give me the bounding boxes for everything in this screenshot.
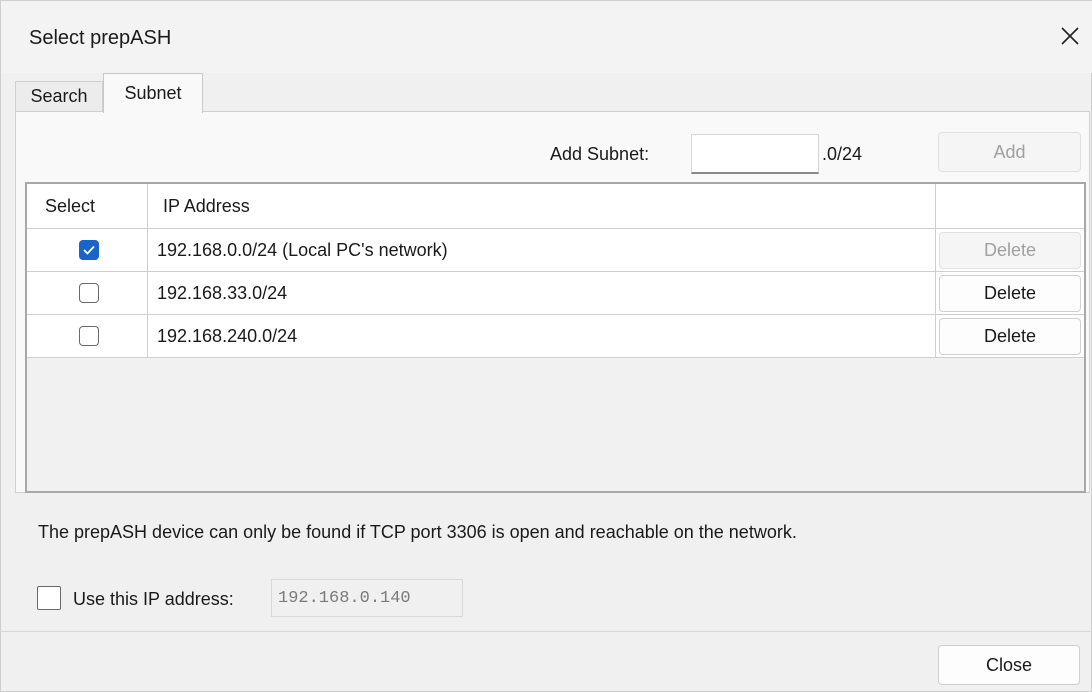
footer-divider [1, 631, 1092, 632]
tab-subnet-label: Subnet [124, 83, 182, 103]
subnet-table: Select IP Address 192.168.0.0/24 (Local … [25, 182, 1086, 493]
row-ip-address: 192.168.33.0/24 [157, 282, 288, 303]
row-select-checkbox[interactable] [79, 240, 99, 260]
select-prepash-dialog: Select prepASH Search Subnet Add Subnet:… [0, 0, 1092, 692]
tab-search-label: Search [30, 86, 88, 106]
tab-subnet[interactable]: Subnet [103, 73, 203, 113]
row-select-checkbox[interactable] [79, 283, 99, 303]
close-button[interactable]: Close [938, 645, 1080, 685]
column-divider [147, 184, 148, 358]
table-row: 192.168.240.0/24 Delete [27, 315, 1084, 358]
column-header-ip-address: IP Address [163, 195, 250, 216]
row-ip-address: 192.168.240.0/24 [157, 325, 298, 346]
title-bar: Select prepASH [1, 1, 1092, 73]
use-ip-checkbox[interactable] [37, 586, 61, 610]
add-subnet-label: Add Subnet: [550, 144, 650, 164]
subnet-input[interactable] [691, 134, 819, 174]
table-row: 192.168.33.0/24 Delete [27, 272, 1084, 315]
subnet-suffix: .0/24 [822, 144, 863, 164]
ip-address-field[interactable]: 192.168.0.140 [271, 579, 463, 617]
table-header: Select IP Address [27, 184, 1084, 229]
delete-button[interactable]: Delete [939, 275, 1081, 312]
use-ip-label: Use this IP address: [73, 589, 234, 609]
column-divider [935, 184, 936, 358]
row-select-checkbox[interactable] [79, 326, 99, 346]
tab-search[interactable]: Search [15, 81, 103, 111]
table-row: 192.168.0.0/24 (Local PC's network) Dele… [27, 229, 1084, 272]
info-text: The prepASH device can only be found if … [38, 522, 797, 542]
column-header-select: Select [45, 195, 96, 216]
delete-button[interactable]: Delete [939, 232, 1081, 269]
add-button[interactable]: Add [938, 132, 1081, 172]
delete-button[interactable]: Delete [939, 318, 1081, 355]
dialog-title: Select prepASH [29, 27, 172, 49]
close-icon[interactable] [1053, 19, 1087, 53]
row-ip-address: 192.168.0.0/24 (Local PC's network) [157, 239, 448, 260]
